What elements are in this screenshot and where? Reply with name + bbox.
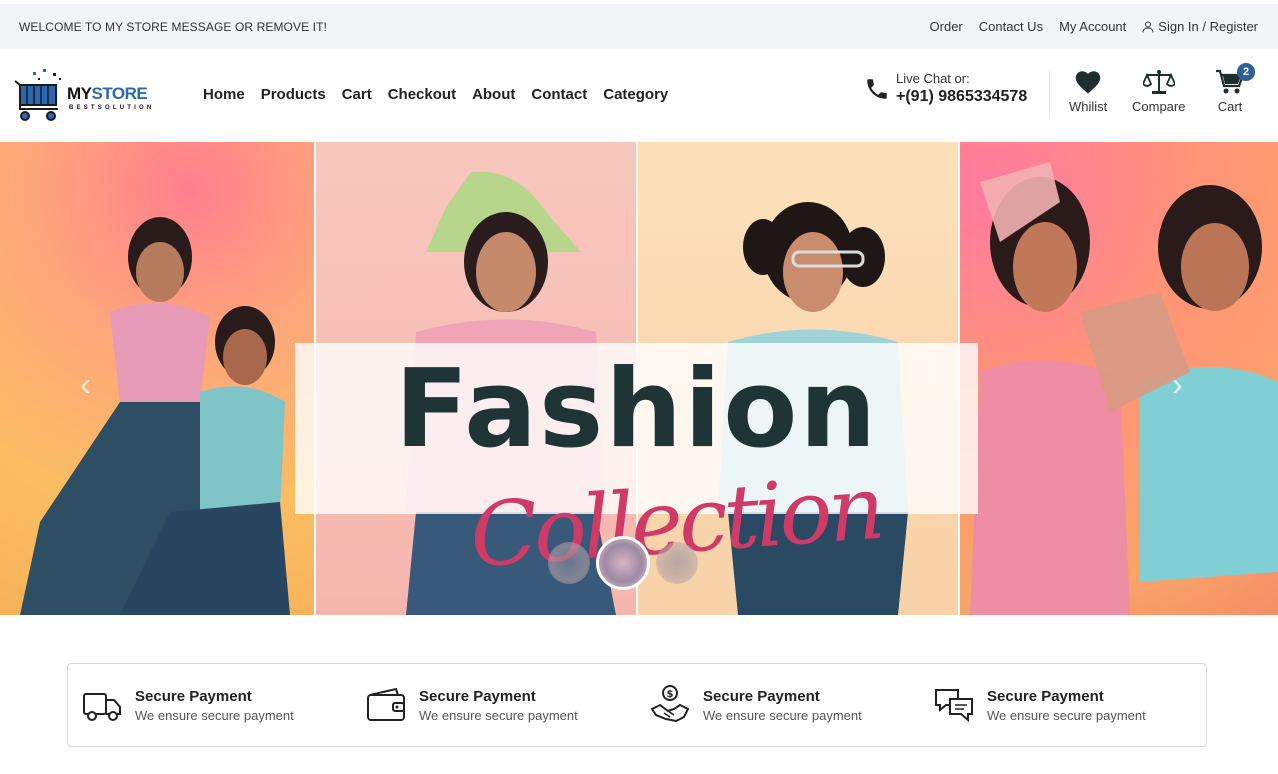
heart-icon (1075, 71, 1101, 94)
svg-text:$: $ (667, 689, 674, 700)
feature-subtitle: We ensure secure payment (987, 707, 1146, 723)
hero-photo-1 (0, 142, 314, 615)
slider-thumbnails (548, 536, 698, 590)
shopping-cart-logo-icon (14, 69, 61, 121)
brand-tagline: BESTSOLUTION (69, 105, 155, 111)
cart-label: Cart (1217, 99, 1243, 114)
slide-thumb-2-active[interactable] (596, 536, 650, 590)
chevron-right-icon[interactable]: › (1172, 366, 1183, 403)
wishlist-button[interactable]: Whilist (1069, 69, 1107, 114)
my-account-link[interactable]: My Account (1059, 19, 1126, 34)
contact-us-link[interactable]: Contact Us (979, 19, 1043, 34)
sign-in-label: Sign In / Register (1158, 19, 1258, 34)
feature-title: Secure Payment (135, 687, 252, 705)
feature-title: Secure Payment (987, 687, 1104, 705)
user-icon (1142, 21, 1154, 33)
sign-in-register-link[interactable]: Sign In / Register (1142, 19, 1258, 34)
feature-text: Secure Payment We ensure secure payment (987, 688, 1146, 723)
top-bar: WELCOME TO MY STORE MESSAGE OR REMOVE IT… (0, 4, 1278, 49)
store-logo[interactable]: MYSTORE BESTSOLUTION (13, 67, 178, 125)
wishlist-label: Whilist (1069, 99, 1108, 114)
feature-text: Secure Payment We ensure secure payment (419, 688, 578, 723)
slide-thumb-3[interactable] (656, 542, 698, 584)
feature-item: $ Secure Payment We ensure secure paymen… (636, 685, 920, 725)
compare-label: Compare (1132, 99, 1186, 114)
feature-item: Secure Payment We ensure secure payment (920, 685, 1204, 725)
feature-item: Secure Payment We ensure secure payment (352, 685, 636, 725)
header-divider (1049, 71, 1050, 119)
feature-title: Secure Payment (419, 687, 536, 705)
feature-text: Secure Payment We ensure secure payment (135, 688, 294, 723)
wallet-icon (367, 687, 405, 721)
phone-number: +(91) 9865334578 (896, 88, 1028, 105)
feature-subtitle: We ensure secure payment (419, 707, 578, 723)
cart-button[interactable]: 2 Cart (1215, 63, 1255, 114)
nav-products[interactable]: Products (261, 86, 326, 103)
welcome-message: WELCOME TO MY STORE MESSAGE OR REMOVE IT… (19, 19, 327, 34)
hero-banner[interactable]: Fashion Collection ‹ › (0, 142, 1278, 615)
hero-photo-4 (960, 142, 1278, 615)
brand-store: STORE (91, 84, 148, 103)
brand-name: MYSTORE (67, 84, 148, 104)
feature-title: Secure Payment (703, 687, 820, 705)
nav-home[interactable]: Home (203, 86, 245, 103)
brand-my: MY (67, 84, 92, 103)
nav-cart[interactable]: Cart (342, 86, 372, 103)
main-header: MYSTORE BESTSOLUTION Home Products Cart … (0, 49, 1278, 142)
truck-icon (83, 693, 121, 721)
handshake-dollar-icon: $ (650, 685, 690, 723)
feature-subtitle: We ensure secure payment (703, 707, 862, 723)
order-link[interactable]: Order (930, 19, 963, 34)
scale-balance-icon (1142, 70, 1175, 94)
top-links: Order Contact Us My Account Sign In / Re… (930, 19, 1258, 34)
slide-thumb-1[interactable] (548, 542, 590, 584)
nav-category[interactable]: Category (603, 86, 668, 103)
phone-icon (867, 78, 887, 99)
chevron-left-icon[interactable]: ‹ (80, 366, 91, 403)
contact-text: Live Chat or: +(91) 9865334578 (896, 71, 1027, 106)
main-nav: Home Products Cart Checkout About Contac… (203, 86, 668, 103)
live-chat-label: Live Chat or: (896, 71, 970, 86)
feature-text: Secure Payment We ensure secure payment (703, 688, 862, 723)
feature-subtitle: We ensure secure payment (135, 707, 294, 723)
nav-contact[interactable]: Contact (531, 86, 587, 103)
features-bar: Secure Payment We ensure secure payment … (67, 663, 1207, 747)
feature-item: Secure Payment We ensure secure payment (68, 685, 352, 725)
live-chat-contact[interactable]: Live Chat or: +(91) 9865334578 (864, 71, 1027, 106)
chat-bubbles-icon (935, 689, 973, 723)
nav-about[interactable]: About (472, 86, 515, 103)
cart-count-badge: 2 (1237, 63, 1255, 81)
compare-button[interactable]: Compare (1132, 69, 1185, 114)
nav-checkout[interactable]: Checkout (388, 86, 456, 103)
hero-title: Fashion (394, 347, 879, 472)
